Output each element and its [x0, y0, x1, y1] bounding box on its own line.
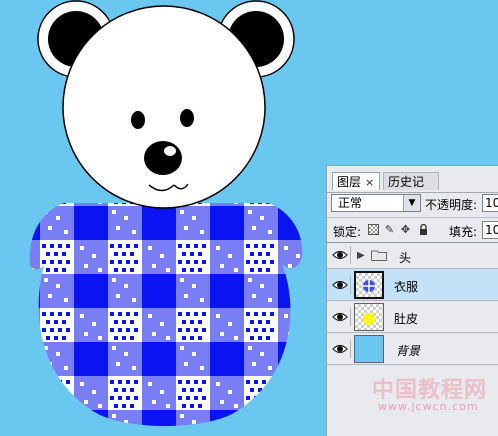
eye-icon[interactable]: [330, 308, 351, 326]
blend-row: 正常 ▼ 不透明度: 100: [327, 194, 498, 218]
blend-mode-value: 正常: [338, 196, 363, 210]
panel-tabs: 图层× 历史记录: [327, 166, 498, 207]
tab-layers[interactable]: 图层 ×: [332, 172, 380, 190]
divider: [327, 217, 498, 218]
fill-input[interactable]: 100: [482, 221, 498, 239]
expand-triangle-icon[interactable]: ▶: [357, 250, 365, 261]
opacity-label: 不透明度:: [425, 198, 478, 212]
layer-thumbnail: [354, 335, 384, 363]
eye-icon[interactable]: [330, 340, 351, 358]
chevron-down-icon[interactable]: ▼: [403, 195, 420, 211]
layer-name: 衣服: [394, 280, 419, 294]
close-icon[interactable]: ×: [365, 176, 374, 189]
eye-icon[interactable]: [330, 246, 351, 264]
lock-label: 锁定:: [333, 225, 362, 239]
lock-row: 锁定: ✎ ✥ 填充: 100: [327, 221, 498, 241]
layers-panel: 图层× 历史记录 正常 ▼ 不透明度: 100 锁定: ✎ ✥ 填充: 100 …: [326, 165, 498, 436]
layer-row-belly[interactable]: 肚皮: [327, 301, 498, 333]
bear-body: [29, 203, 303, 426]
bear-head: [62, 5, 266, 209]
blend-mode-select[interactable]: 正常 ▼: [331, 194, 421, 212]
layer-row-background[interactable]: 背景: [327, 333, 498, 365]
tab-layers-label: 图层: [337, 175, 362, 189]
folder-icon: [371, 250, 387, 261]
layer-name: 肚皮: [394, 312, 419, 326]
brush-icon[interactable]: ✎: [384, 224, 395, 235]
layer-row-head[interactable]: ▶ 头: [327, 243, 498, 269]
layer-row-clothes[interactable]: 衣服: [327, 269, 498, 301]
lock-transparent-icon[interactable]: [368, 224, 379, 235]
layer-name: 背景: [396, 344, 421, 358]
layer-thumbnail: [354, 303, 384, 331]
opacity-input[interactable]: 100: [482, 194, 498, 212]
fill-label: 填充:: [449, 225, 478, 239]
eye-icon[interactable]: [330, 276, 351, 294]
lock-icon[interactable]: [418, 223, 429, 235]
tab-history[interactable]: 历史记录: [383, 172, 439, 207]
layer-thumbnail: [354, 271, 384, 299]
move-icon[interactable]: ✥: [400, 224, 411, 235]
layer-name: 头: [399, 251, 412, 265]
